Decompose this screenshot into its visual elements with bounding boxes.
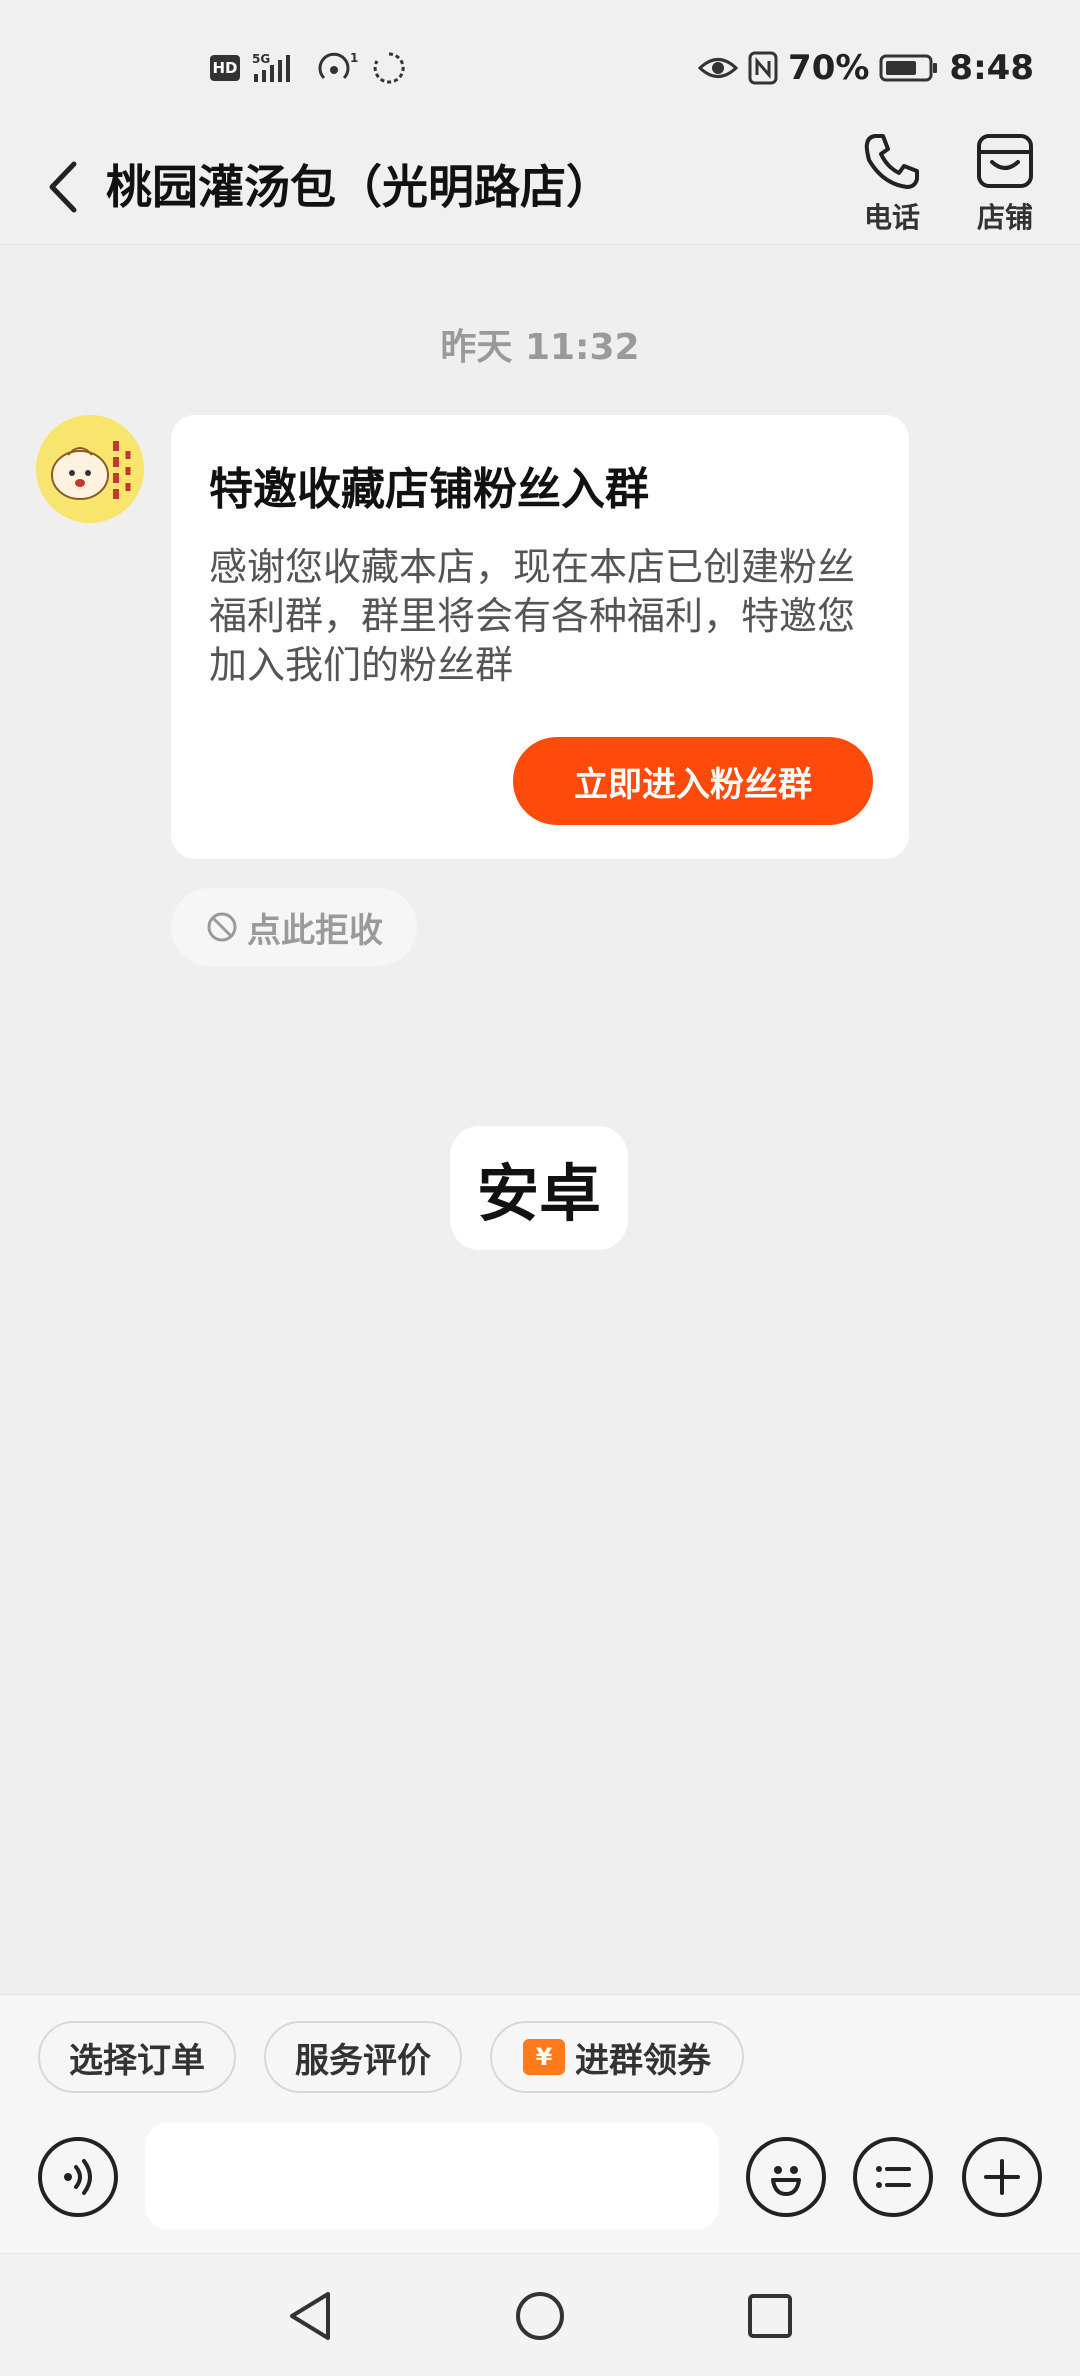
message-input[interactable] xyxy=(145,2122,719,2230)
nav-home-button[interactable] xyxy=(500,2276,580,2356)
plus-icon xyxy=(984,2159,1020,2195)
square-recent-icon xyxy=(748,2294,792,2338)
nav-back-button[interactable] xyxy=(269,2276,349,2356)
status-left: HD 5G 1 xyxy=(210,48,406,88)
card-title: 特邀收藏店铺粉丝入群 xyxy=(209,464,649,515)
block-icon xyxy=(207,912,237,942)
avatar[interactable] xyxy=(36,415,144,523)
status-right: 70% 8:48 xyxy=(698,46,1034,90)
store-label: 店铺 xyxy=(976,201,1033,234)
loading-icon xyxy=(373,52,405,84)
emoji-button[interactable] xyxy=(746,2137,826,2217)
eye-icon xyxy=(698,58,739,78)
hd-icon: HD xyxy=(210,55,240,81)
svg-text:1: 1 xyxy=(350,51,358,65)
back-button[interactable] xyxy=(38,152,88,222)
phone-icon xyxy=(864,134,919,189)
chat-screen: HD 5G 1 70% 8:48 桃园灌汤包（光明路店） 电话 店铺 昨天 11… xyxy=(0,0,1080,2376)
phone-button[interactable]: 电话 xyxy=(842,130,942,245)
svg-text:5G: 5G xyxy=(252,52,270,66)
voice-icon xyxy=(64,2159,92,2195)
coupon-icon: ¥ xyxy=(523,2039,565,2075)
chip-label: 进群领券 xyxy=(575,2040,711,2081)
nav-recent-button[interactable] xyxy=(730,2276,810,2356)
invite-card: 特邀收藏店铺粉丝入群 感谢您收藏本店，现在本店已创建粉丝福利群，群里将会有各种福… xyxy=(171,415,909,859)
service-review-chip[interactable]: 服务评价 xyxy=(264,2021,462,2093)
reject-label: 点此拒收 xyxy=(247,910,383,951)
voice-button[interactable] xyxy=(38,2137,118,2217)
system-nav-bar xyxy=(0,2253,1080,2376)
shop-avatar-icon xyxy=(36,415,144,523)
list-icon xyxy=(876,2166,911,2188)
signal-5g-icon: 5G xyxy=(252,52,290,82)
phone-label: 电话 xyxy=(863,201,920,234)
join-coupon-chip[interactable]: ¥ 进群领券 xyxy=(490,2021,744,2093)
quick-reply-button[interactable] xyxy=(853,2137,933,2217)
battery-percent: 70% xyxy=(788,48,870,88)
select-order-chip[interactable]: 选择订单 xyxy=(38,2021,236,2093)
card-body: 感谢您收藏本店，现在本店已创建粉丝福利群，群里将会有各种福利，特邀您加入我们的粉… xyxy=(209,545,856,687)
more-button[interactable] xyxy=(962,2137,1042,2217)
shop-title: 桃园灌汤包（光明路店） xyxy=(106,160,612,214)
status-bar: HD 5G 1 70% 8:48 xyxy=(0,0,1080,130)
nfc-icon xyxy=(748,51,778,85)
triangle-back-icon xyxy=(290,2292,330,2340)
battery-icon xyxy=(879,54,938,82)
toast: 安卓 xyxy=(450,1126,628,1250)
chip-label: 服务评价 xyxy=(295,2040,431,2081)
chevron-left-icon xyxy=(49,161,77,213)
reject-button[interactable]: 点此拒收 xyxy=(171,888,417,966)
chip-label: 选择订单 xyxy=(69,2040,205,2081)
clock: 8:48 xyxy=(949,48,1034,88)
store-button[interactable]: 店铺 xyxy=(955,130,1055,245)
join-group-button[interactable]: 立即进入粉丝群 xyxy=(513,737,873,825)
circle-home-icon xyxy=(516,2292,564,2340)
hotspot-icon: 1 xyxy=(318,51,358,80)
smile-icon xyxy=(771,2166,801,2196)
store-icon xyxy=(977,134,1033,188)
chat-header: 桃园灌汤包（光明路店） 电话 店铺 xyxy=(0,130,1080,245)
message-timestamp: 昨天 11:32 xyxy=(440,327,640,368)
bottom-panel: 选择订单 服务评价 ¥ 进群领券 xyxy=(0,1994,1080,2253)
